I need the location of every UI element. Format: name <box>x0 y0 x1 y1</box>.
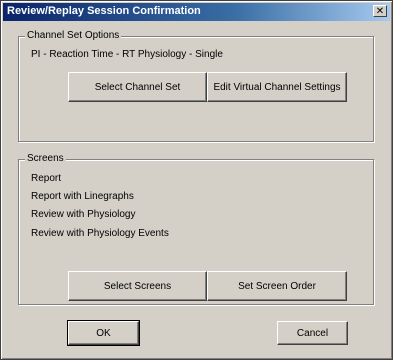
list-item: Review with Physiology Events <box>31 228 169 239</box>
screens-label: Screens <box>25 153 66 164</box>
current-channel-set: PI - Reaction Time - RT Physiology - Sin… <box>31 49 223 60</box>
close-button[interactable]: ✕ <box>373 5 387 17</box>
list-item: Review with Physiology <box>31 209 136 220</box>
title-bar[interactable]: Review/Replay Session Confirmation ✕ <box>3 3 390 21</box>
select-channel-set-button[interactable]: Select Channel Set <box>68 72 207 102</box>
dialog-window: Review/Replay Session Confirmation ✕ Cha… <box>0 0 393 360</box>
list-item: Report <box>31 173 62 184</box>
edit-virtual-channel-settings-button[interactable]: Edit Virtual Channel Settings <box>207 72 347 102</box>
close-icon: ✕ <box>375 6 385 17</box>
channel-set-options-label: Channel Set Options <box>25 30 122 41</box>
select-screens-button[interactable]: Select Screens <box>68 271 207 301</box>
ok-button[interactable]: OK <box>67 320 140 346</box>
set-screen-order-button[interactable]: Set Screen Order <box>207 271 347 301</box>
window-title: Review/Replay Session Confirmation <box>7 5 201 17</box>
cancel-button[interactable]: Cancel <box>277 321 348 345</box>
list-item: Report with Linegraphs <box>31 191 134 202</box>
